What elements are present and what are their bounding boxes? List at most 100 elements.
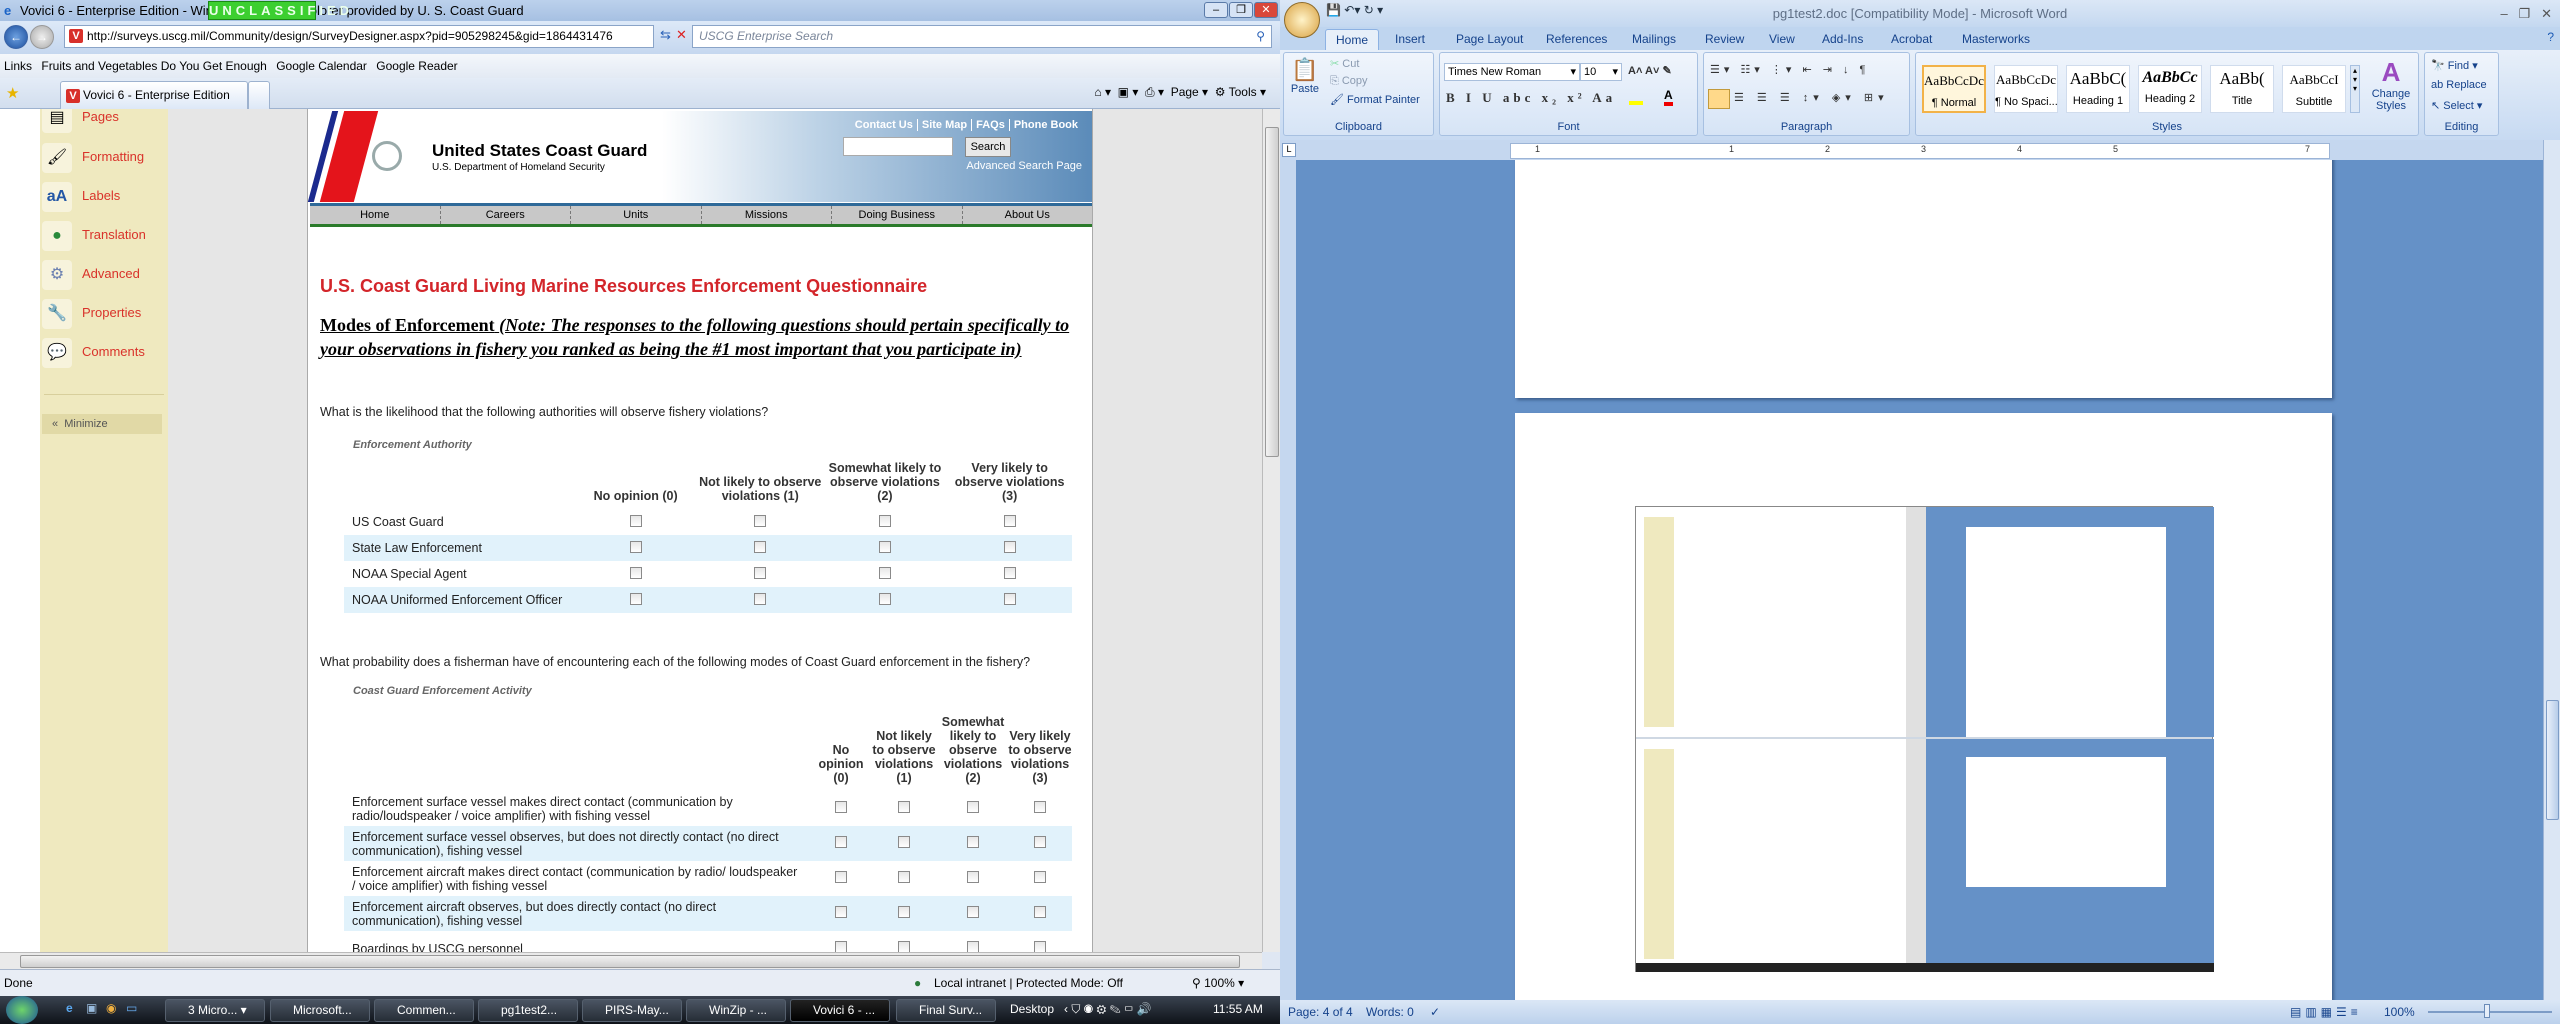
link-phone-book[interactable]: Phone Book [1008,119,1082,131]
alignment-buttons[interactable]: ☰ ☰ ☰ ↕▾ ◈▾ ⊞▾ [1734,91,1889,104]
option-checkbox[interactable] [898,871,910,883]
font-size-select[interactable]: 10 ▾ [1580,63,1622,81]
tab-add-ins[interactable]: Add-Ins [1812,29,1873,50]
help-icon[interactable]: ? [2547,30,2554,44]
option-checkbox[interactable] [629,566,642,579]
page-menu[interactable]: Page ▾ [1171,85,1208,99]
option-checkbox[interactable] [754,514,767,527]
taskbar-item[interactable]: Final Surv... [896,999,996,1022]
feeds-icon[interactable]: ▣ ▾ [1118,85,1139,99]
sidebar-item-formatting[interactable]: 🖌 Formatting [40,141,168,175]
search-icon[interactable]: ⚲ [1256,26,1265,47]
option-checkbox[interactable] [629,592,642,605]
back-button[interactable]: ← [4,25,28,49]
zoom-control[interactable]: ⚲ 100% ▾ [1192,970,1244,996]
word-vertical-scrollbar[interactable] [2543,140,2560,1000]
option-checkbox[interactable] [629,514,642,527]
option-checkbox[interactable] [878,592,891,605]
horizontal-ruler[interactable]: 1 1 2 3 4 5 7 [1510,143,2330,159]
font-format-buttons[interactable]: B I U abc x₂ x² Aa [1446,90,1616,106]
scroll-thumb[interactable] [20,955,1240,968]
option-checkbox[interactable] [898,836,910,848]
option-checkbox[interactable] [754,540,767,553]
taskbar-item[interactable]: Commen... [374,999,474,1022]
vertical-scrollbar[interactable] [1262,109,1280,952]
site-search-input[interactable] [843,137,953,156]
vertical-ruler[interactable] [1280,160,1296,1000]
option-checkbox[interactable] [1034,871,1046,883]
forward-button[interactable]: → [30,25,54,49]
tab-home[interactable]: Home [1325,29,1380,50]
scroll-thumb[interactable] [2546,700,2559,820]
link-faqs[interactable]: FAQs [971,119,1009,131]
option-checkbox[interactable] [835,871,847,883]
option-checkbox[interactable] [754,592,767,605]
select-button[interactable]: ↖ Select ▾ [2431,99,2482,112]
show-desktop-icon[interactable]: ▣ [86,1001,97,1015]
taskbar-item[interactable]: PIRS-May... [582,999,682,1022]
option-checkbox[interactable] [967,801,979,813]
window-controls[interactable]: – ❐ ✕ [2501,0,2552,27]
tab-acrobat[interactable]: Acrobat [1881,29,1942,50]
font-name-select[interactable]: Times New Roman ▾ [1444,63,1580,81]
option-checkbox[interactable] [835,836,847,848]
taskbar-item[interactable]: Microsoft... [270,999,370,1022]
site-search-button[interactable]: Search [965,137,1011,157]
option-checkbox[interactable] [967,941,979,952]
option-checkbox[interactable] [878,514,891,527]
option-checkbox[interactable] [898,801,910,813]
stop-icon[interactable]: ✕ [676,27,687,43]
style-no-spacing[interactable]: AaBbCcDc ¶ No Spaci... [1994,65,2058,113]
minimize-sidebar-button[interactable]: « Minimize [42,414,162,434]
zoom-level[interactable]: 100% [2384,1000,2415,1024]
tab-page-layout[interactable]: Page Layout [1446,29,1533,50]
link-google-reader[interactable]: Google Reader [376,59,457,73]
replace-button[interactable]: ab Replace [2431,79,2487,91]
ie-quicklaunch-icon[interactable]: e [66,1001,73,1015]
link-site-map[interactable]: Site Map [916,119,972,131]
option-checkbox[interactable] [967,906,979,918]
list-indent-buttons[interactable]: ☰▾ ☷▾ ⋮▾ ⇤ ⇥ ↓ ¶ [1710,63,1869,76]
link-google-calendar[interactable]: Google Calendar [276,59,367,73]
nav-units[interactable]: Units [571,206,702,224]
style-normal[interactable]: AaBbCcDc ¶ Normal [1922,65,1986,113]
desktop-toolbar[interactable]: Desktop [1010,1002,1054,1016]
option-checkbox[interactable] [754,566,767,579]
redo-icon[interactable]: ↻ [1364,3,1374,17]
print-icon[interactable]: ⎙ ▾ [1145,85,1164,99]
start-button[interactable] [6,996,38,1024]
tab-review[interactable]: Review [1695,29,1754,50]
option-checkbox[interactable] [1034,906,1046,918]
favorites-star-icon[interactable]: ★ [6,84,19,102]
sidebar-item-translation[interactable]: ● Translation [40,219,168,253]
tools-menu[interactable]: ⚙ Tools ▾ [1215,85,1266,99]
option-checkbox[interactable] [878,566,891,579]
proofing-icon[interactable]: ✓ [1430,1000,1440,1024]
document-page-3[interactable] [1515,160,2332,398]
option-checkbox[interactable] [967,836,979,848]
option-checkbox[interactable] [898,941,910,952]
option-checkbox[interactable] [1003,540,1016,553]
office-button[interactable] [1284,2,1320,38]
tab-references[interactable]: References [1536,29,1617,50]
taskbar-item[interactable]: WinZip - ... [686,999,786,1022]
page-count[interactable]: Page: 4 of 4 [1288,1000,1353,1024]
cut-button[interactable]: ✂ Cut [1330,57,1359,70]
nav-careers[interactable]: Careers [441,206,571,224]
word-count[interactable]: Words: 0 [1366,1000,1414,1024]
advanced-search-link[interactable]: Advanced Search Page [966,160,1082,172]
nav-doing-business[interactable]: Doing Business [832,206,963,224]
tab-insert[interactable]: Insert [1385,29,1435,50]
sidebar-item-advanced[interactable]: ⚙ Advanced [40,258,168,292]
copy-button[interactable]: ⎘ Copy [1330,75,1368,88]
sidebar-item-comments[interactable]: 💬 Comments [40,336,168,370]
align-left-button[interactable] [1708,89,1730,109]
minimize-button[interactable]: – [1204,2,1228,18]
option-checkbox[interactable] [1003,592,1016,605]
change-styles-button[interactable]: A Change Styles [2368,57,2414,112]
option-checkbox[interactable] [878,540,891,553]
new-tab-button[interactable] [248,81,270,109]
paste-button[interactable]: 📋 Paste [1290,57,1320,95]
nav-home[interactable]: Home [310,206,441,224]
style-title[interactable]: AaBb(Title [2210,65,2274,113]
